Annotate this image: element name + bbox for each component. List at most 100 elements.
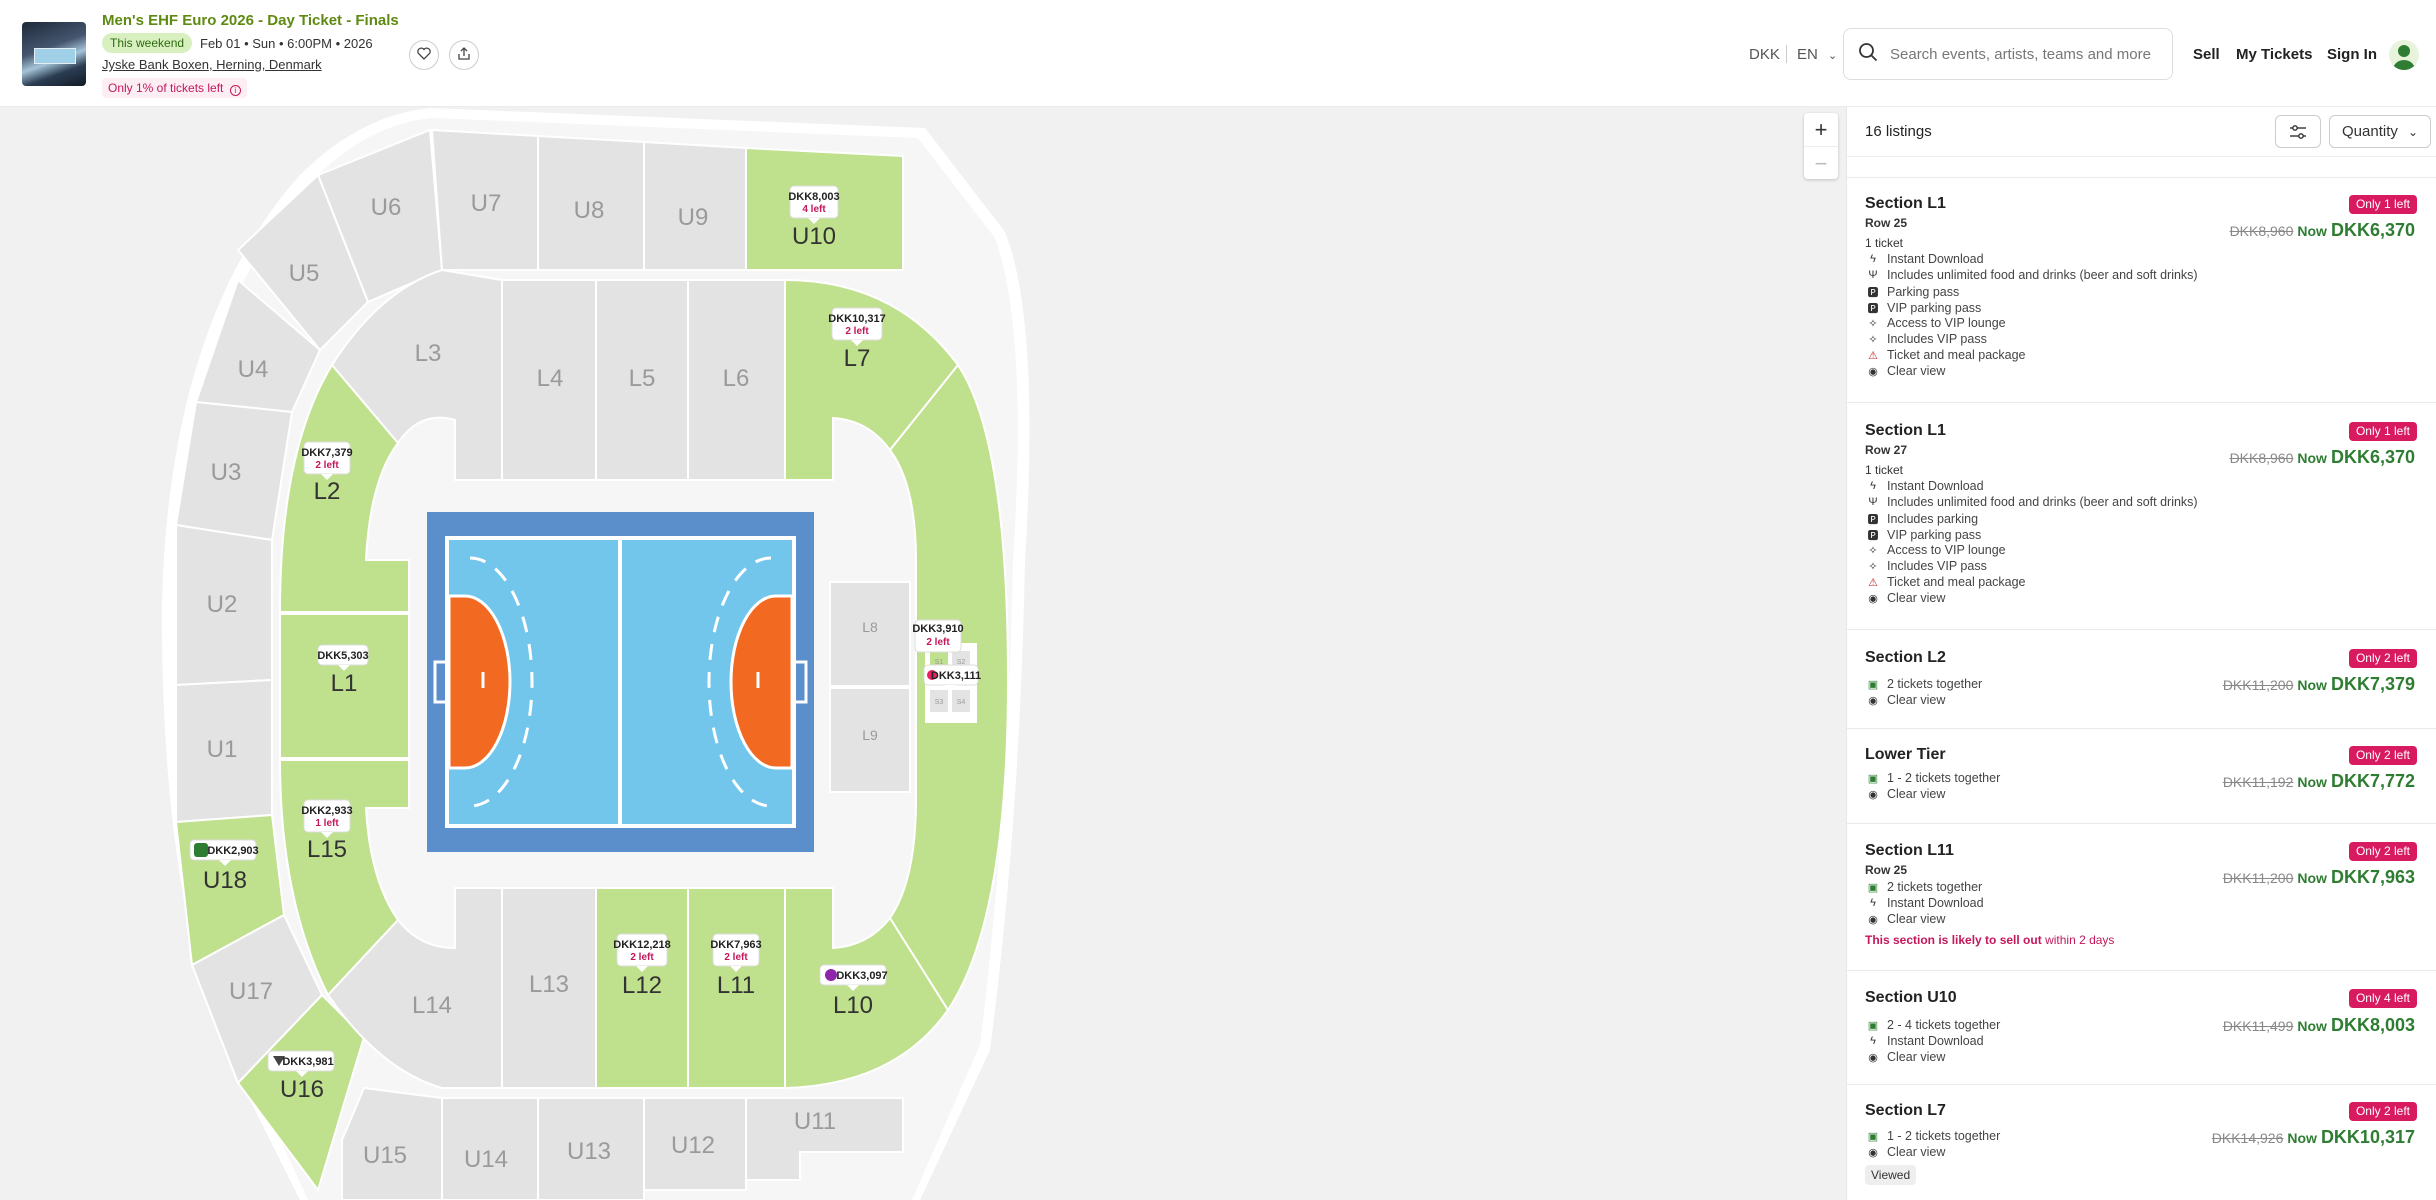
price-pin-U10[interactable]: DKK8,003 4 left [788, 185, 840, 224]
info-icon[interactable]: i [229, 85, 241, 96]
availability-badge: Only 1 left [2348, 422, 2417, 441]
my-tickets-link[interactable]: My Tickets [2236, 46, 2312, 63]
event-title[interactable]: Men's EHF Euro 2026 - Day Ticket - Final… [102, 12, 399, 29]
search-box[interactable] [1843, 28, 2173, 80]
sign-in-link[interactable]: Sign In [2327, 46, 2377, 63]
language-selector[interactable]: EN ⌄ [1797, 46, 1837, 63]
label-U4: U4 [238, 356, 269, 383]
feature-text: Ticket and meal package [1887, 575, 2026, 589]
label-U5: U5 [289, 260, 320, 287]
feature-text: Clear view [1887, 364, 1946, 378]
currency-selector[interactable]: DKK [1749, 46, 1780, 63]
feature-text: Clear view [1887, 693, 1946, 707]
price-pin-L12[interactable]: DKK12,218 2 left [613, 933, 671, 972]
avatar[interactable] [2389, 40, 2419, 70]
lightning-icon: ϟ [1870, 253, 1876, 265]
label-L4: L4 [537, 365, 564, 392]
current-price: DKK10,317 [2320, 1127, 2415, 1147]
warning-icon: ⚠ [1868, 576, 1878, 589]
listing-price: DKK11,200 Now DKK7,379 [2223, 674, 2415, 695]
mini-label: S3 [935, 699, 944, 706]
seats-icon: ▣ [1867, 772, 1879, 785]
quantity-dropdown[interactable]: Quantity ⌄ [2329, 115, 2431, 148]
seats-icon: ▣ [1867, 1130, 1879, 1143]
handball-court [427, 512, 814, 852]
zoom-in-button[interactable]: + [1804, 113, 1838, 146]
pin-price: DKK12,218 [613, 939, 670, 951]
feature-item: ϟ Instant Download [1865, 1034, 1984, 1048]
listing-title: Section U10 [1865, 989, 1957, 1006]
now-label: Now [2297, 870, 2327, 886]
label-L10: L10 [833, 992, 873, 1019]
availability-badge: Only 2 left [2348, 842, 2417, 861]
seats-icon: ▣ [1867, 1019, 1879, 1032]
eye-icon: ◉ [1868, 694, 1878, 707]
pin-price: DKK7,379 [301, 447, 352, 459]
listing-card[interactable]: Section L7 ▣ 1 - 2 tickets together ◉ Clea… [1847, 1085, 2436, 1200]
share-button[interactable] [449, 40, 479, 70]
pin-price: DKK5,303 [317, 650, 368, 662]
parking-icon: 🅿 [1867, 287, 1879, 299]
sell-link[interactable]: Sell [2193, 46, 2220, 63]
listing-card[interactable]: Section L1 Row 27 1 ticket ϟ Instant Down… [1847, 403, 2436, 630]
venue-link[interactable]: Jyske Bank Boxen, Herning, Denmark [102, 57, 322, 72]
eye-icon: ◉ [1868, 788, 1878, 801]
listing-card[interactable]: Lower Tier ▣ 1 - 2 tickets together ◉ Clea… [1847, 729, 2436, 824]
label-L11: L11 [717, 972, 755, 999]
search-input[interactable] [1890, 45, 2160, 63]
feature-text: Includes unlimited food and drinks (beer… [1887, 495, 2198, 509]
price-pin-L11[interactable]: DKK7,963 2 left [710, 933, 762, 972]
tag-icon [825, 969, 837, 981]
feature-item: ◉ Clear view [1865, 787, 1945, 801]
listing-price: DKK14,926 Now DKK10,317 [2212, 1127, 2415, 1148]
now-label: Now [2297, 1018, 2327, 1034]
filter-button[interactable] [2275, 115, 2321, 148]
price-pin-L2[interactable]: DKK7,379 2 left [301, 441, 353, 480]
pin-left: 1 left [315, 818, 339, 829]
eye-icon: ◉ [1868, 1051, 1878, 1064]
feature-item: ✧ Access to VIP lounge [1865, 543, 2005, 557]
listing-card[interactable]: Section L2 ▣ 2 tickets together ◉ Clear vi… [1847, 630, 2436, 729]
zoom-controls: + − [1804, 113, 1838, 179]
this-weekend-badge: This weekend [102, 33, 193, 53]
language-label: EN [1797, 46, 1818, 63]
label-L7: L7 [844, 345, 871, 372]
seat-map[interactable]: S1 S2 S3 S4 U6 U7 U8 U9 U10 U5 U4 U3 U2 … [0, 107, 1846, 1200]
zoom-out-button[interactable]: − [1804, 146, 1838, 179]
price-pin-L15[interactable]: DKK2,933 1 left [301, 799, 353, 838]
listing-title: Section L7 [1865, 1102, 1946, 1119]
listing-title: Section L11 [1865, 842, 1954, 859]
label-L2: L2 [314, 478, 341, 505]
pin-price: DKK2,933 [301, 805, 352, 817]
pin-price: DKK7,963 [710, 939, 761, 951]
listing-title: Section L2 [1865, 649, 1946, 666]
feature-item: 🅿 Parking pass [1865, 284, 1960, 300]
price-pin-L7[interactable]: DKK10,317 2 left [828, 307, 886, 346]
parking-icon: 🅿 [1867, 530, 1879, 542]
old-price: DKK11,499 [2222, 1018, 2294, 1034]
feature-text: Includes unlimited food and drinks (beer… [1887, 268, 2198, 282]
event-thumbnail[interactable] [22, 22, 86, 86]
chevron-down-icon: ⌄ [1828, 50, 1838, 62]
sparkle-icon: ✧ [1868, 560, 1878, 573]
sparkle-icon: ✧ [1868, 333, 1878, 346]
now-label: Now [2297, 774, 2327, 790]
seats-icon: ▣ [1867, 881, 1879, 894]
listing-card[interactable]: Section L11 Row 25 ▣ 2 tickets together ϟ… [1847, 824, 2436, 971]
favorite-button[interactable] [409, 40, 439, 70]
listing-card[interactable]: Section L1 Row 25 1 ticket ϟ Instant Down… [1847, 177, 2436, 403]
arena-map-svg[interactable]: S1 S2 S3 S4 U6 U7 U8 U9 U10 U5 U4 U3 U2 … [0, 107, 1846, 1200]
feature-text: Clear view [1887, 912, 1946, 926]
old-price: DKK8,960 [2229, 450, 2294, 466]
feature-item: Ψ Includes unlimited food and drinks (bee… [1865, 268, 2198, 282]
listing-card[interactable]: Section U10 ▣ 2 - 4 tickets together ϟ Ins… [1847, 971, 2436, 1085]
current-price: DKK6,370 [2330, 447, 2415, 467]
feature-item: ϟ Instant Download [1865, 252, 1984, 266]
feature-item: ϟ Instant Download [1865, 896, 1984, 910]
listing-qty: 1 ticket [1865, 463, 1904, 477]
listings-panel[interactable]: 16 listings Quantity ⌄ Section L1 Row 25… [1846, 107, 2436, 1200]
old-price: DKK8,960 [2229, 223, 2294, 239]
feature-item: ◉ Clear view [1865, 912, 1945, 926]
pin-price: DKK10,317 [828, 313, 885, 325]
price-pin-R1[interactable]: DKK3,910 2 left [912, 619, 964, 653]
